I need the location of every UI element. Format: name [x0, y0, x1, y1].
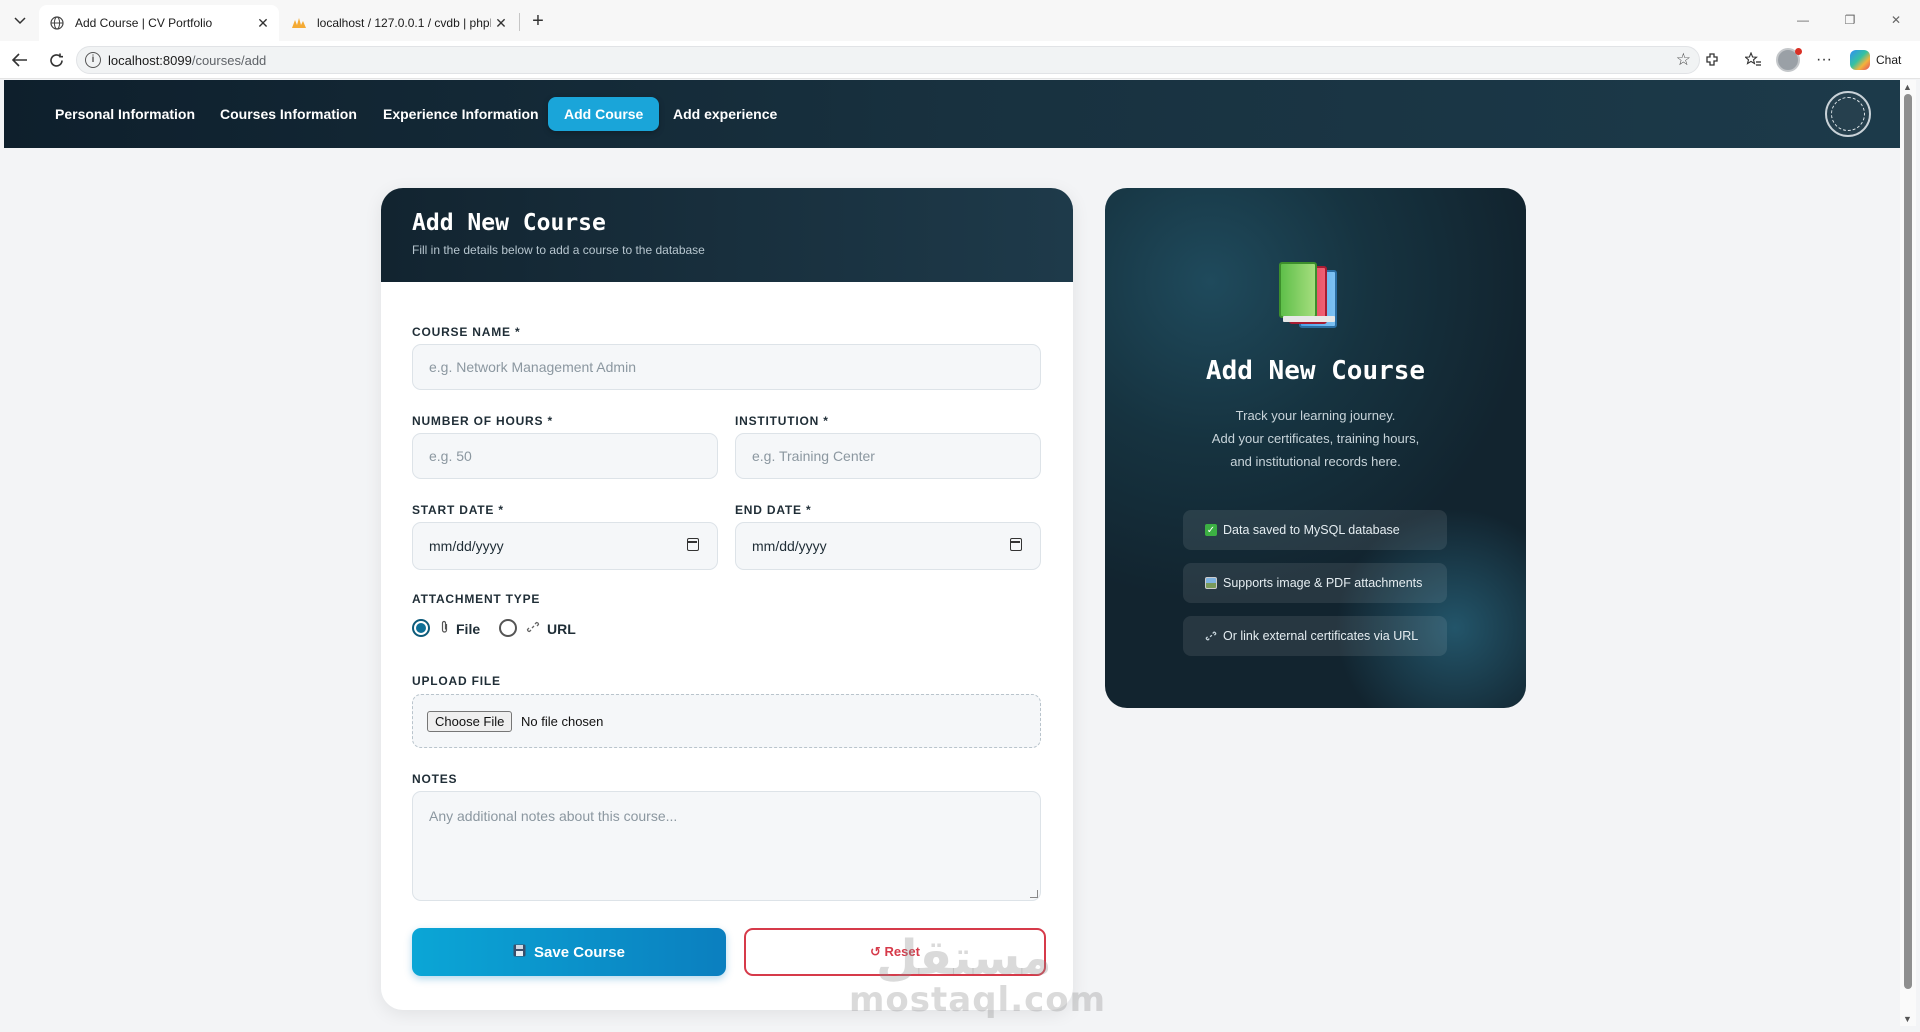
end-date-value: mm/dd/yyyy	[752, 538, 827, 554]
address-bar[interactable]: i localhost:8099/courses/add ☆	[76, 46, 1700, 74]
tab-divider	[519, 13, 520, 31]
close-icon[interactable]: ✕	[491, 13, 511, 33]
url-text: localhost:8099/courses/add	[108, 53, 267, 68]
chevron-down-icon	[14, 17, 26, 25]
attachment-file-radio[interactable]	[412, 619, 430, 637]
tab-actions-menu[interactable]	[7, 9, 33, 33]
minimize-icon[interactable]: —	[1789, 8, 1817, 32]
info-side-panel: Add New Course Track your learning journ…	[1105, 188, 1526, 708]
form-title: Add New Course	[412, 210, 606, 236]
choose-file-button[interactable]: Choose File	[427, 711, 513, 732]
image-icon	[1205, 577, 1217, 589]
add-course-form-card: Add New Course Fill in the details below…	[381, 188, 1073, 1010]
attachment-url-label[interactable]: URL	[547, 621, 576, 637]
top-navbar: Personal Information Courses Information…	[4, 80, 1900, 148]
feature-text: Supports image & PDF attachments	[1223, 576, 1423, 590]
notes-textarea[interactable]: Any additional notes about this course..…	[412, 791, 1041, 901]
check-icon: ✓	[1205, 524, 1217, 536]
scrollbar-thumb[interactable]	[1904, 94, 1912, 989]
globe-icon	[49, 15, 65, 31]
start-date-label: START DATE *	[412, 503, 504, 517]
save-course-label: Save Course	[534, 943, 625, 961]
books-icon	[1279, 262, 1355, 332]
back-arrow-icon[interactable]	[6, 47, 34, 73]
favorite-star-icon[interactable]: ☆	[1676, 50, 1691, 70]
nav-experience-information[interactable]: Experience Information	[367, 97, 555, 131]
attachment-file-label[interactable]: File	[456, 621, 480, 637]
save-course-button[interactable]: Save Course	[412, 928, 726, 976]
form-subtitle: Fill in the details below to add a cours…	[412, 243, 705, 257]
restore-icon[interactable]: ❐	[1836, 8, 1864, 32]
end-date-label: END DATE *	[735, 503, 812, 517]
close-icon[interactable]: ✕	[253, 13, 273, 33]
feature-pill-url: Or link external certificates via URL	[1183, 616, 1447, 656]
calendar-icon[interactable]	[1010, 538, 1022, 551]
feature-text: Or link external certificates via URL	[1223, 629, 1419, 643]
tab-title: localhost / 127.0.0.1 / cvdb | phpM	[317, 16, 491, 30]
side-text-line: Add your certificates, training hours,	[1211, 431, 1420, 446]
notes-placeholder: Any additional notes about this course..…	[429, 808, 678, 824]
watermark-arabic: مستقل	[876, 932, 1052, 985]
link-icon	[526, 620, 540, 637]
side-text-line: Track your learning journey.	[1235, 408, 1396, 423]
attachment-url-radio[interactable]	[499, 619, 517, 637]
browser-toolbar: i localhost:8099/courses/add ☆ ··· Chat	[0, 41, 1920, 79]
feature-pill-mysql: ✓ Data saved to MySQL database	[1183, 510, 1447, 550]
course-name-label: COURSE NAME *	[412, 325, 521, 339]
browser-tab-bar: Add Course | CV Portfolio ✕ localhost / …	[0, 0, 1920, 41]
feature-pill-attachments: Supports image & PDF attachments	[1183, 563, 1447, 603]
nav-add-experience[interactable]: Add experience	[657, 97, 793, 131]
paperclip-icon	[440, 620, 449, 637]
hours-label: NUMBER OF HOURS *	[412, 414, 553, 428]
start-date-input[interactable]: mm/dd/yyyy	[412, 522, 718, 570]
phpmyadmin-icon	[291, 15, 307, 31]
calendar-icon[interactable]	[687, 538, 699, 551]
resize-handle-icon[interactable]	[1030, 890, 1038, 898]
browser-tab-add-course[interactable]: Add Course | CV Portfolio ✕	[39, 5, 279, 41]
university-seal-logo	[1825, 91, 1871, 137]
reload-icon[interactable]	[42, 47, 70, 73]
site-info-icon[interactable]: i	[85, 52, 101, 68]
form-header: Add New Course Fill in the details below…	[381, 188, 1073, 282]
notification-dot	[1795, 48, 1802, 55]
more-menu-icon[interactable]: ···	[1810, 47, 1838, 73]
institution-input[interactable]: e.g. Training Center	[735, 433, 1041, 479]
scroll-up-icon[interactable]: ▲	[1903, 82, 1912, 92]
feature-text: Data saved to MySQL database	[1223, 523, 1400, 537]
link-icon	[1205, 630, 1217, 642]
page-viewport: Personal Information Courses Information…	[4, 80, 1900, 1026]
new-tab-plus-icon[interactable]: +	[526, 9, 550, 33]
start-date-value: mm/dd/yyyy	[429, 538, 504, 554]
copilot-icon	[1850, 50, 1870, 70]
hours-input[interactable]: e.g. 50	[412, 433, 718, 479]
chat-button[interactable]: Chat	[1850, 47, 1910, 73]
course-name-input[interactable]: e.g. Network Management Admin	[412, 344, 1041, 390]
no-file-chosen-text: No file chosen	[521, 714, 604, 729]
file-upload-dropzone[interactable]: Choose File No file chosen	[412, 694, 1041, 748]
scroll-down-icon[interactable]: ▼	[1903, 1014, 1912, 1024]
side-text-line: and institutional records here.	[1230, 454, 1401, 469]
nav-add-course[interactable]: Add Course	[548, 97, 660, 131]
side-panel-title: Add New Course	[1205, 356, 1426, 386]
watermark-latin: mostaql.com	[849, 980, 1107, 1020]
browser-tab-phpmyadmin[interactable]: localhost / 127.0.0.1 / cvdb | phpM ✕	[281, 5, 517, 41]
floppy-disk-icon	[513, 944, 526, 960]
upload-file-label: UPLOAD FILE	[412, 674, 501, 688]
favorites-icon[interactable]	[1739, 47, 1767, 73]
notes-label: NOTES	[412, 772, 458, 786]
extensions-icon[interactable]	[1698, 47, 1726, 73]
attachment-type-label: ATTACHMENT TYPE	[412, 592, 541, 606]
page-scrollbar[interactable]: ▲ ▼	[1900, 80, 1916, 1026]
nav-courses-information[interactable]: Courses Information	[204, 97, 373, 131]
end-date-input[interactable]: mm/dd/yyyy	[735, 522, 1041, 570]
nav-personal-information[interactable]: Personal Information	[39, 97, 211, 131]
close-window-icon[interactable]: ✕	[1882, 8, 1910, 32]
tab-title: Add Course | CV Portfolio	[75, 16, 213, 30]
chat-label: Chat	[1876, 53, 1902, 67]
institution-label: INSTITUTION *	[735, 414, 829, 428]
